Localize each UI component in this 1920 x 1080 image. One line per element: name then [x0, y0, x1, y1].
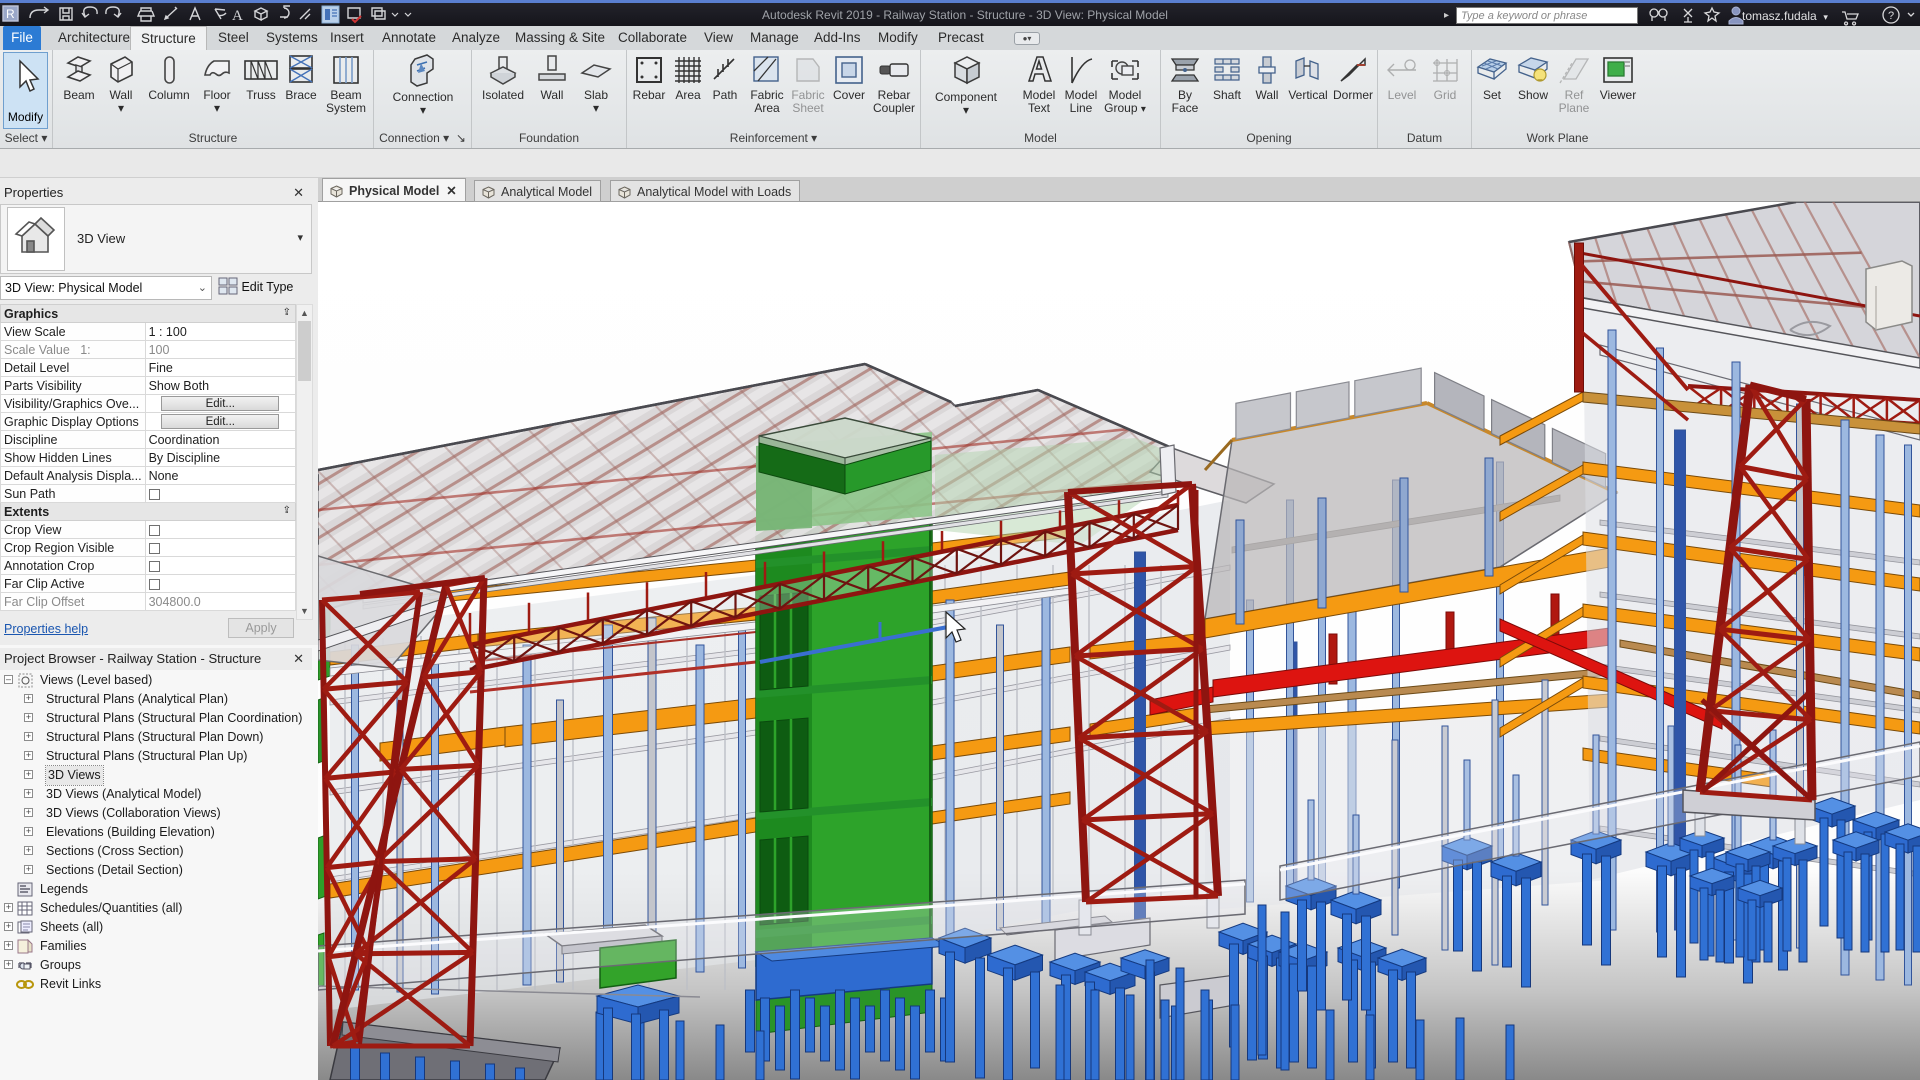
svg-text:A: A [232, 8, 243, 24]
svg-text:R: R [6, 7, 15, 21]
svg-text:?: ? [1888, 10, 1894, 22]
